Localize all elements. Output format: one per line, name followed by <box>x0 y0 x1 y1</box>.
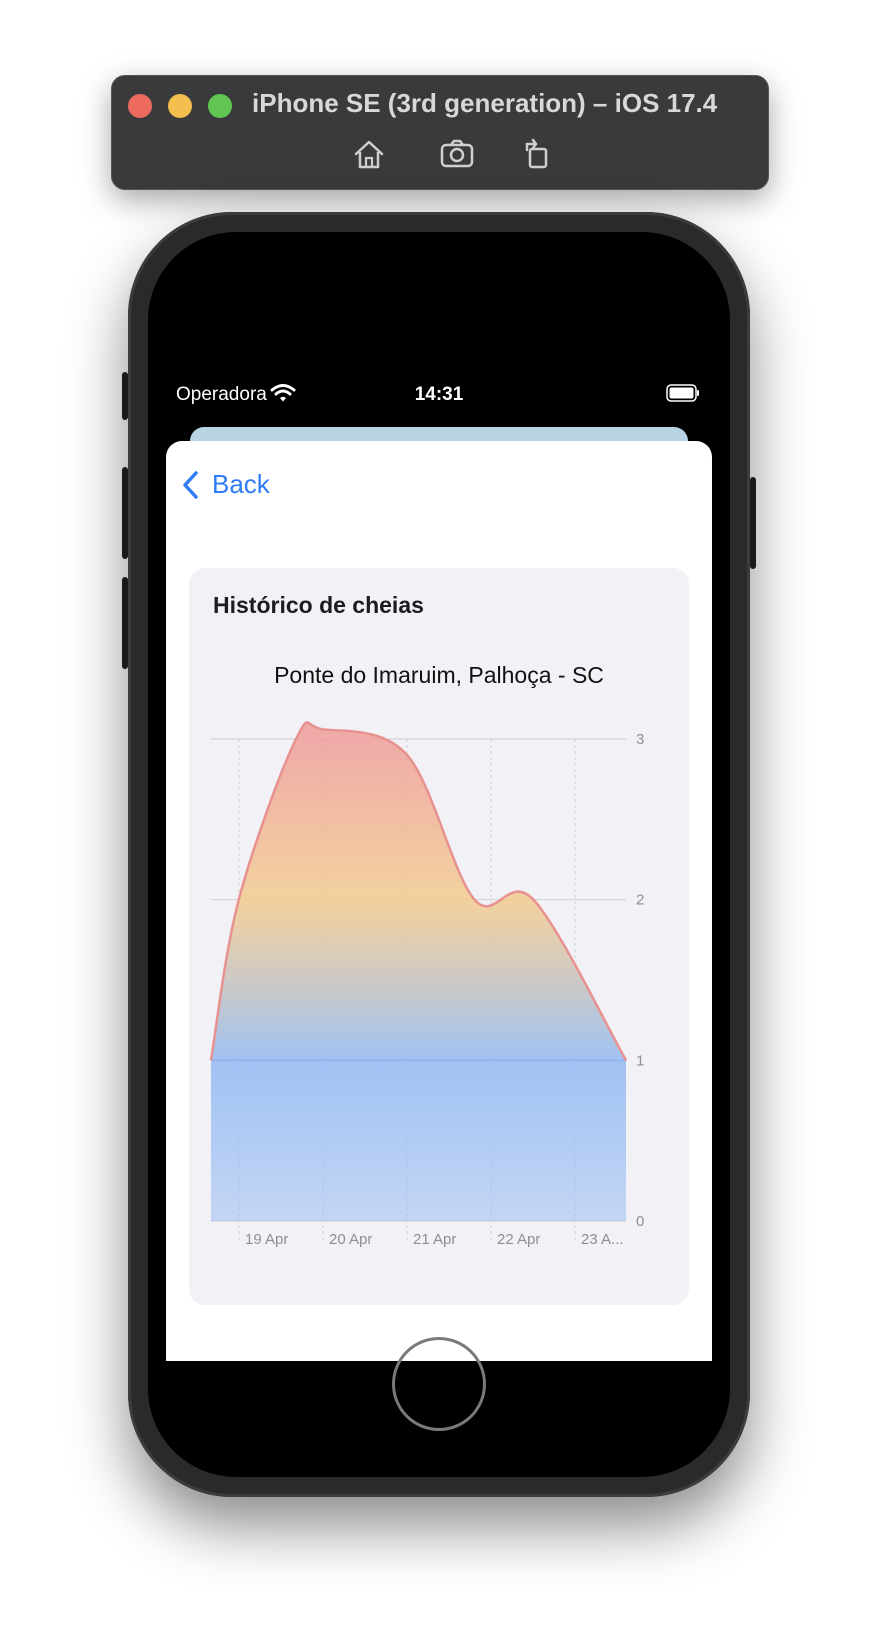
home-button[interactable] <box>392 1337 486 1431</box>
rotate-icon[interactable] <box>517 134 557 174</box>
status-bar: Operadora 14:31 <box>148 380 730 412</box>
power-button <box>750 477 756 569</box>
volume-down-button <box>122 577 128 669</box>
battery-icon <box>666 384 700 402</box>
simulator-window: iPhone SE (3rd generation) – iOS 17.4 <box>111 75 769 190</box>
y-tick-label: 2 <box>636 892 644 909</box>
home-icon[interactable] <box>349 134 389 174</box>
back-button[interactable]: Back <box>180 469 270 500</box>
area-fill-below <box>211 1060 626 1221</box>
zoom-window-button[interactable] <box>208 94 232 118</box>
mute-switch <box>122 372 128 420</box>
area-chart: 0 1 2 3 19 Apr 20 Apr 21 Apr 22 Apr 23 A... <box>209 721 644 1248</box>
x-tick-label: 19 Apr <box>245 1231 288 1248</box>
x-tick-label: 23 A... <box>581 1231 624 1248</box>
x-tick-label: 20 Apr <box>329 1231 372 1248</box>
simulator-toolbar <box>112 134 768 174</box>
x-tick-label: 21 Apr <box>413 1231 456 1248</box>
simulator-title: iPhone SE (3rd generation) – iOS 17.4 <box>252 88 718 118</box>
screenshot-icon[interactable] <box>437 134 477 174</box>
y-tick-label: 0 <box>636 1213 644 1230</box>
iphone-frame: Operadora 14:31 Back Histórico de cheias… <box>122 212 756 1497</box>
back-label: Back <box>212 469 270 499</box>
modal-sheet: Back Histórico de cheias Ponte do Imarui… <box>166 441 712 1361</box>
y-tick-label: 3 <box>636 731 644 748</box>
status-time: 14:31 <box>414 384 464 405</box>
minimize-window-button[interactable] <box>168 94 192 118</box>
x-tick-label: 22 Apr <box>497 1231 540 1248</box>
volume-up-button <box>122 467 128 559</box>
y-tick-label: 1 <box>636 1052 644 1069</box>
flood-history-card: Histórico de cheias Ponte do Imaruim, Pa… <box>189 568 689 1305</box>
chevron-left-icon <box>183 470 198 499</box>
screen: Operadora 14:31 Back Histórico de cheias… <box>148 232 730 1477</box>
close-window-button[interactable] <box>128 94 152 118</box>
